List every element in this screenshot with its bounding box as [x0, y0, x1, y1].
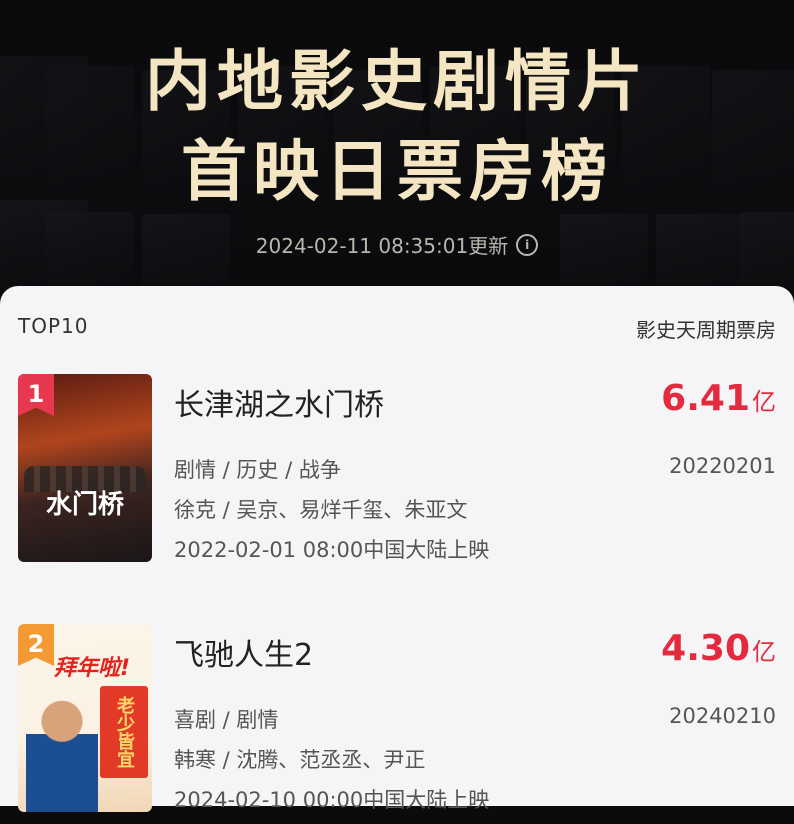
release-info: 2024-02-10 00:00中国大陆上映 [174, 788, 490, 812]
list-item[interactable]: 拜年啦! 老少皆宜 2 飞驰人生2 4.30亿 喜剧 / 剧情 20240210… [18, 624, 776, 824]
poster-title: 水门桥 [45, 490, 124, 520]
top10-label: TOP10 [18, 314, 89, 338]
list-item[interactable]: 水门桥 1 长津湖之水门桥 6.41亿 剧情 / 历史 / 战争 2022020… [18, 374, 776, 574]
box-office: 4.30亿 [661, 628, 776, 669]
info-icon[interactable]: i [516, 233, 539, 256]
update-time-row: 2024-02-11 08:35:01更新 i [0, 230, 794, 259]
movie-title[interactable]: 飞驰人生2 [174, 630, 313, 674]
movie-poster[interactable]: 水门桥 1 [18, 374, 152, 562]
movie-genres: 喜剧 / 剧情 [174, 708, 279, 732]
card-header: TOP10 影史天周期票房 [18, 314, 776, 343]
box-office: 6.41亿 [661, 378, 776, 419]
poster-title: 拜年啦! [54, 656, 131, 681]
release-code: 20240210 [669, 704, 776, 728]
movie-genres: 剧情 / 历史 / 战争 [174, 458, 341, 482]
update-time: 2024-02-11 08:35:01更新 [255, 234, 509, 258]
movie-cast: 徐克 / 吴京、易烊千玺、朱亚文 [174, 498, 468, 522]
header-banner: 内地影史剧情片 首映日票房榜 2024-02-11 08:35:01更新 i [0, 0, 794, 300]
ranking-card: TOP10 影史天周期票房 水门桥 1 长津湖之水门桥 6.41亿 剧情 / 历… [0, 286, 794, 812]
poster-art [26, 686, 98, 812]
box-office-value: 6.41 [661, 378, 750, 419]
poster-sign: 老少皆宜 [100, 686, 148, 778]
release-info: 2022-02-01 08:00中国大陆上映 [174, 538, 490, 562]
movie-title[interactable]: 长津湖之水门桥 [174, 380, 384, 424]
rank-badge: 2 [18, 624, 54, 666]
box-office-unit: 亿 [752, 638, 776, 666]
page-title-line2: 首映日票房榜 [181, 132, 613, 210]
page-title-line1: 内地影史剧情片 [145, 42, 649, 120]
movie-poster[interactable]: 拜年啦! 老少皆宜 2 [18, 624, 152, 812]
ranking-type-label[interactable]: 影史天周期票房 [636, 314, 776, 343]
release-code: 20220201 [669, 454, 776, 478]
box-office-unit: 亿 [752, 388, 776, 416]
box-office-value: 4.30 [661, 628, 750, 669]
rank-badge: 1 [18, 374, 54, 416]
movie-cast: 韩寒 / 沈腾、范丞丞、尹正 [174, 748, 426, 772]
